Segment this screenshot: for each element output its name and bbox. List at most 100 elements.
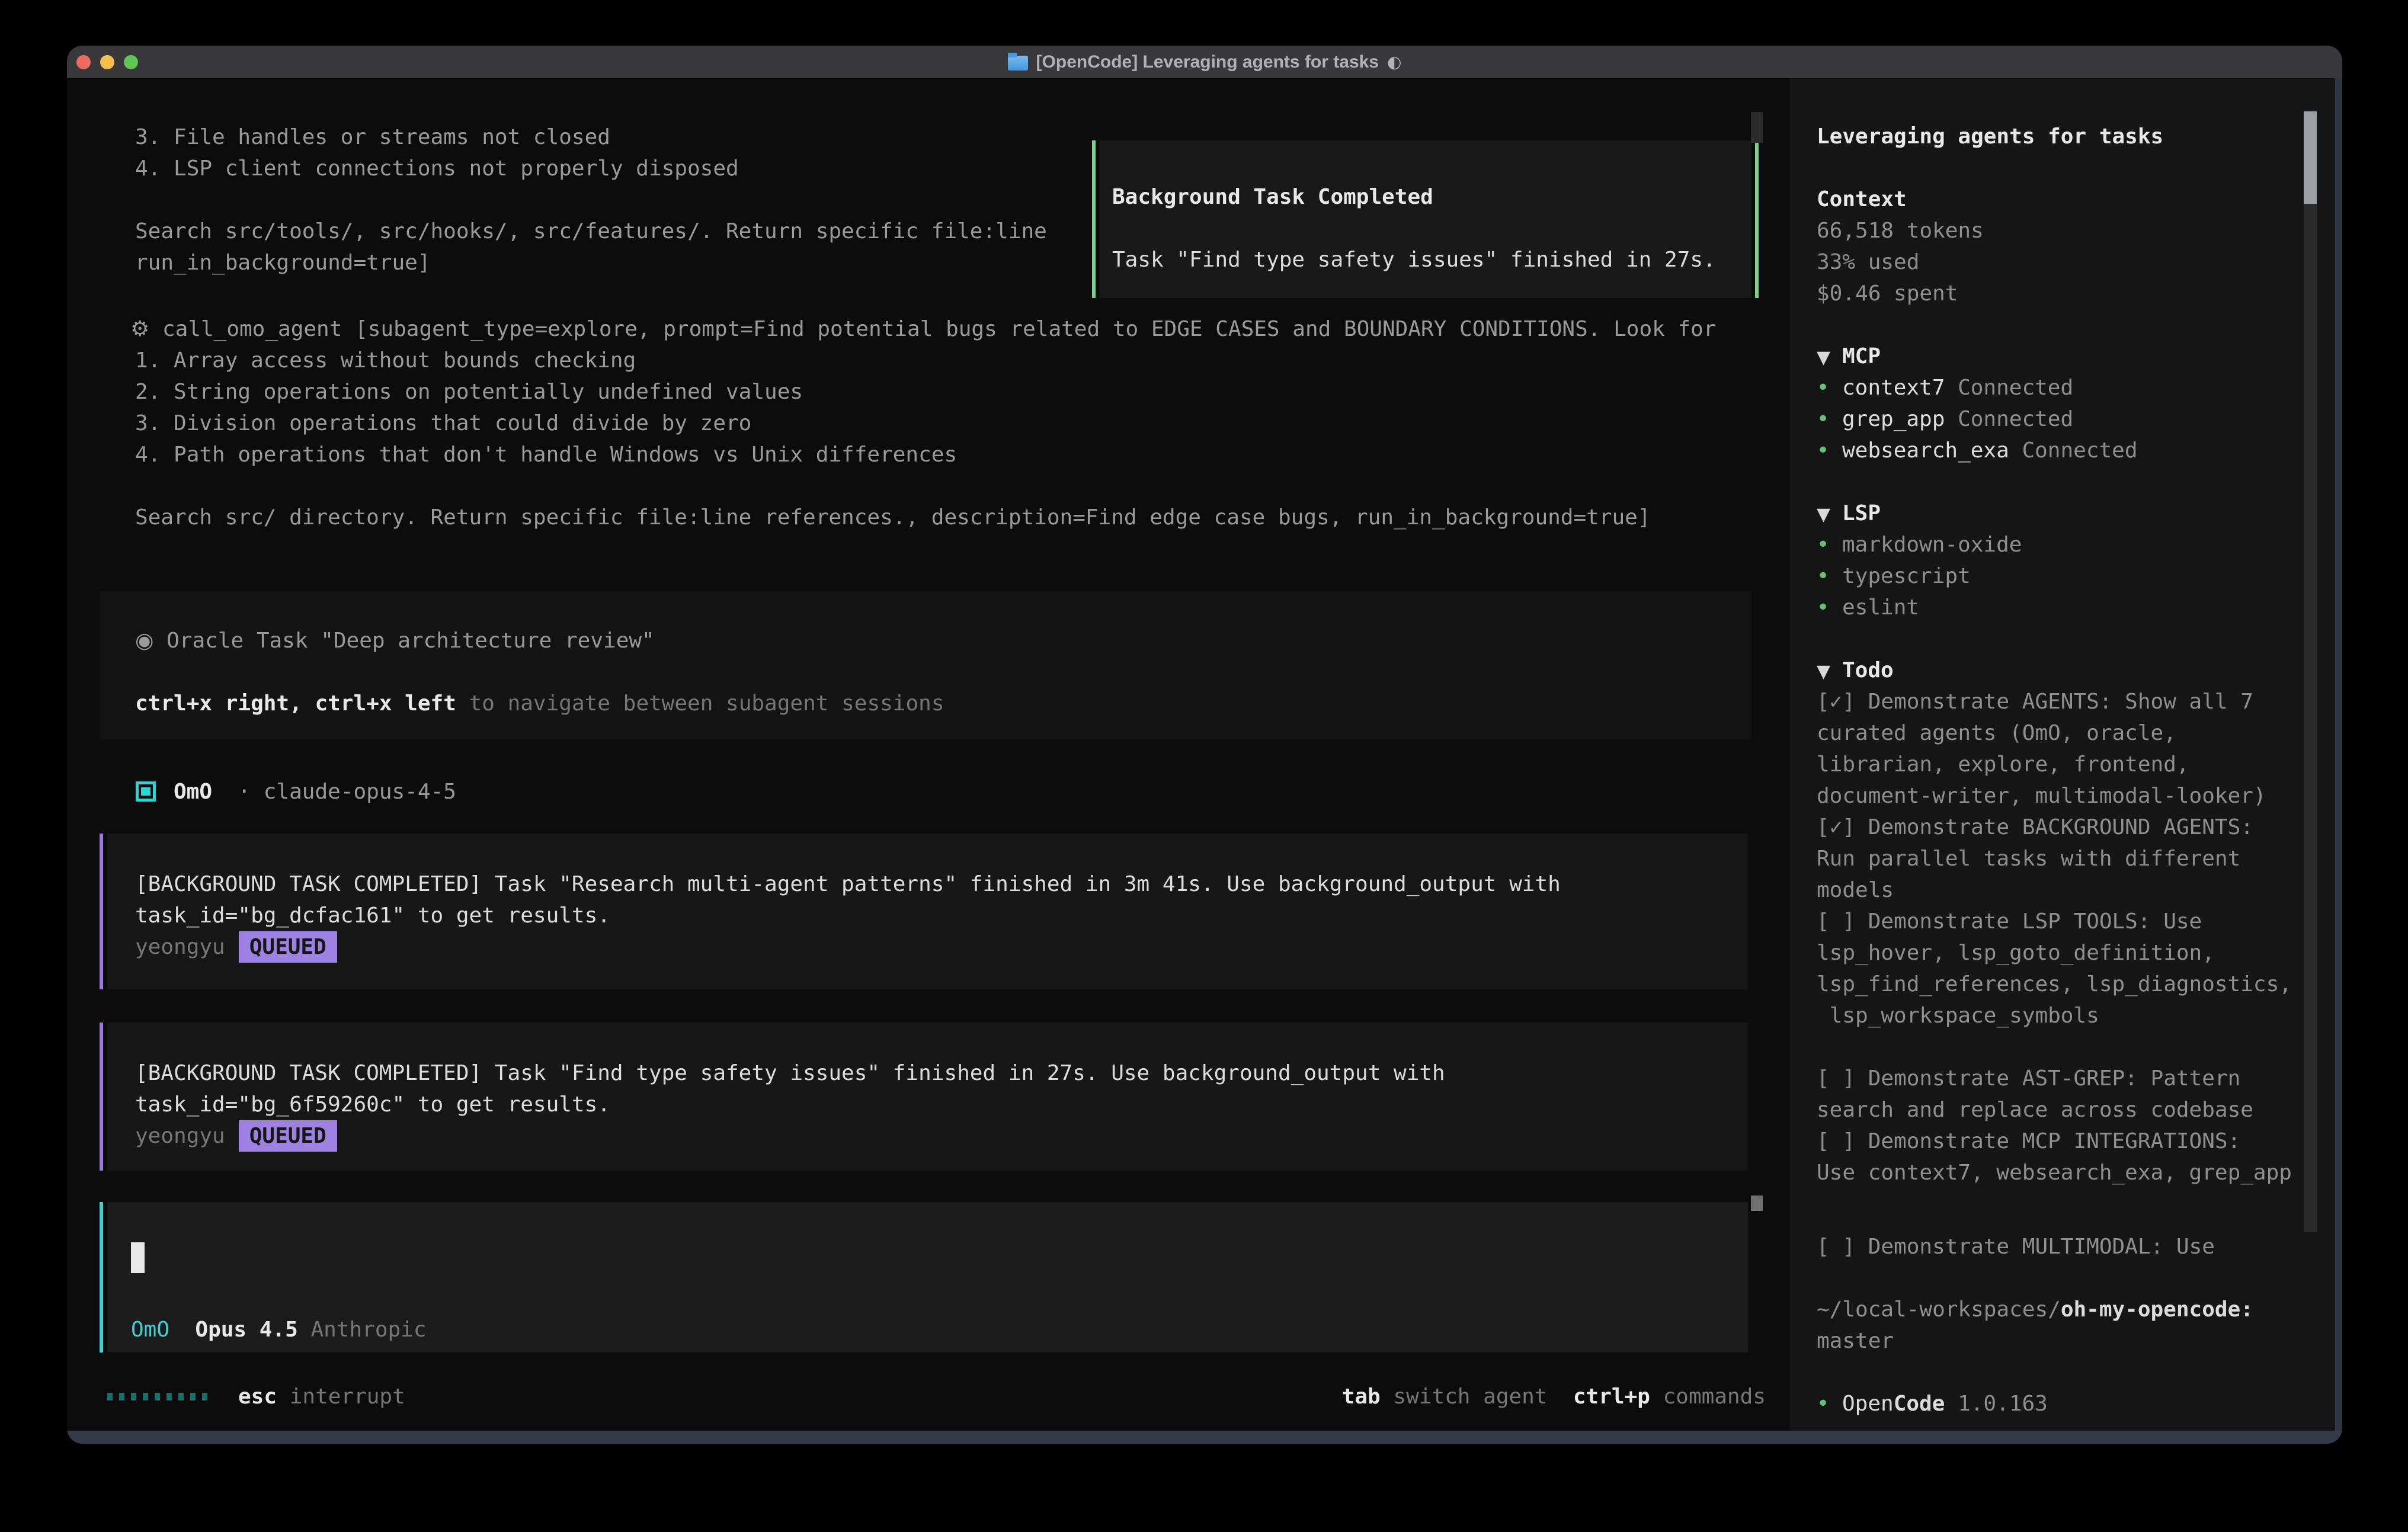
tool-call-item: 1. Array access without bounds checking [135, 345, 636, 376]
mcp-item: •context7 Connected [1817, 372, 2073, 403]
collapse-triangle-icon: ▼ [1817, 656, 1842, 687]
tab-key[interactable]: tab [1342, 1384, 1381, 1409]
folder-icon [1008, 56, 1028, 70]
mcp-item: •websearch_exa Connected [1817, 435, 2138, 466]
mcp-name: grep_app [1842, 407, 1945, 431]
commands-key[interactable]: ctrl+p [1573, 1384, 1650, 1409]
bullet-icon: • [1817, 372, 1842, 403]
oracle-title-line: ◉ Oracle Task "Deep architecture review" [135, 625, 655, 656]
todo-section-header[interactable]: ▼Todo [1817, 655, 1894, 686]
message-line: [BACKGROUND TASK COMPLETED] Task "Find t… [135, 1057, 1445, 1089]
input-model-name[interactable]: Opus 4.5 [195, 1318, 297, 1342]
hint-key: ctrl+x right, [135, 691, 302, 716]
spinner-dots-icon [107, 1393, 207, 1400]
todo-line-active: lsp_workspace_symbols [1817, 1000, 2099, 1031]
todo-line: document-writer, multimodal-looker) [1817, 780, 2266, 812]
message-border [100, 1023, 103, 1171]
app-version: 1.0.163 [1945, 1392, 2047, 1416]
todo-line: [✓] Demonstrate AGENTS: Show all 7 [1817, 686, 2253, 717]
lsp-section-header[interactable]: ▼LSP [1817, 498, 1881, 529]
bullet-icon: • [1817, 560, 1842, 592]
todo-line: librarian, explore, frontend, [1817, 749, 2189, 780]
mcp-status: Connected [2022, 438, 2137, 463]
toast-body: Task "Find type safety issues" finished … [1112, 244, 1716, 275]
scrollbar-track[interactable] [1751, 112, 1763, 143]
mcp-section-header[interactable]: ▼MCP [1817, 341, 1881, 372]
mcp-status: Connected [1958, 407, 2073, 431]
opencode-window: [OpenCode] Leveraging agents for tasks ◐… [67, 46, 2342, 1444]
bullet-icon: • [1817, 403, 1842, 435]
lsp-item: •typescript [1817, 560, 1971, 592]
workspace-repo: oh-my-opencode: [2061, 1297, 2253, 1322]
message-border [100, 834, 103, 989]
lsp-heading: LSP [1842, 501, 1881, 525]
todo-line: [ ] Demonstrate MULTIMODAL: Use [1817, 1231, 2215, 1262]
hint-text: to navigate between subagent sessions [469, 691, 944, 716]
bullet-icon: • [1817, 1388, 1842, 1419]
tool-call-tail: Search src/ directory. Return specific f… [135, 502, 1651, 533]
sidebar-session-title: Leveraging agents for tasks [1817, 121, 2163, 152]
todo-line-active: lsp_hover, lsp_goto_definition, [1817, 937, 2215, 969]
todo-line: [✓] Demonstrate BACKGROUND AGENTS: [1817, 812, 2253, 843]
todo-line: curated agents (OmO, oracle, [1817, 717, 2176, 749]
agent-icon [136, 781, 156, 802]
separator: · [238, 780, 251, 804]
tool-call-line: ⚙ call_omo_agent [subagent_type=explore,… [130, 313, 1717, 345]
hint-key: ctrl+x left [315, 691, 456, 716]
tool-call-text: call_omo_agent [subagent_type=explore, p… [162, 317, 1717, 341]
statusbar-left: esc interrupt [238, 1381, 405, 1412]
window-right-border [2335, 78, 2342, 1431]
message-line: task_id="bg_dcfac161" to get results. [135, 900, 610, 931]
message-line: task_id="bg_6f59260c" to get results. [135, 1089, 610, 1120]
todo-line-active: [ ] Demonstrate LSP TOOLS: Use [1817, 906, 2202, 937]
window-bottom-edge [67, 1431, 2342, 1444]
author-label: yeongyu [135, 935, 225, 959]
terminal-line: Search src/tools/, src/hooks/, src/featu… [135, 216, 1047, 247]
input-model-line: OmO Opus 4.5 Anthropic [131, 1314, 427, 1345]
todo-heading: Todo [1842, 658, 1894, 682]
scrollbar-thumb[interactable] [1751, 1196, 1763, 1211]
todo-line: search and replace across codebase [1817, 1094, 2253, 1126]
oracle-session-icon: ◉ [135, 629, 153, 653]
title-group: [OpenCode] Leveraging agents for tasks ◐ [67, 46, 2342, 78]
message-meta: yeongyuQUEUED [135, 931, 337, 963]
statusbar-right: tab switch agent ctrl+p commands [1342, 1381, 1766, 1412]
esc-key[interactable]: esc [238, 1384, 277, 1409]
sidebar-scrollbar-thumb[interactable] [2304, 111, 2317, 204]
status-badge: QUEUED [239, 1120, 337, 1152]
input-agent-name[interactable]: OmO [131, 1318, 169, 1342]
text-cursor [131, 1242, 145, 1273]
input-provider: Anthropic [310, 1318, 426, 1342]
toast-border-left [1092, 140, 1096, 298]
lsp-item: •markdown-oxide [1817, 529, 2022, 560]
terminal-line: run_in_background=true] [135, 247, 431, 278]
window-title: [OpenCode] Leveraging agents for tasks [1036, 52, 1379, 72]
todo-line: [ ] Demonstrate AST-GREP: Pattern [1817, 1063, 2240, 1094]
commands-label: commands [1663, 1384, 1766, 1409]
todo-line-active: lsp_find_references, lsp_diagnostics, [1817, 969, 2292, 1000]
agent-model: claude-opus-4-5 [264, 780, 456, 804]
message-meta: yeongyu QUEUED [135, 1120, 337, 1152]
mcp-item: •grep_app Connected [1817, 403, 2073, 435]
workspace-path-line: ~/local-workspaces/oh-my-opencode: [1817, 1294, 2253, 1325]
workspace-path: ~/local-workspaces/ [1817, 1297, 2061, 1322]
collapse-triangle-icon: ▼ [1817, 342, 1842, 373]
oracle-title: Oracle Task "Deep architecture review" [166, 629, 655, 653]
context-spent: $0.46 spent [1817, 278, 1958, 309]
tool-call-item: 3. Division operations that could divide… [135, 408, 751, 439]
lsp-name: eslint [1842, 595, 1919, 620]
toast-border-right [1755, 140, 1759, 298]
sidebar-scrollbar-track[interactable] [2304, 111, 2317, 1232]
titlebar[interactable]: [OpenCode] Leveraging agents for tasks ◐ [67, 46, 2342, 78]
tab-label: switch agent [1393, 1384, 1547, 1409]
toast-title: Background Task Completed [1112, 181, 1433, 213]
lsp-item: •eslint [1817, 592, 1919, 623]
workspace-branch: master [1817, 1325, 1894, 1357]
app-name-bold: Code [1894, 1392, 1945, 1416]
mcp-name: context7 [1842, 376, 1945, 400]
oracle-hint-line: ctrl+x right, ctrl+x left to navigate be… [135, 688, 944, 719]
todo-line: [ ] Demonstrate MCP INTEGRATIONS: [1817, 1126, 2240, 1157]
author-label: yeongyu [135, 1124, 225, 1148]
busy-indicator-icon: ◐ [1387, 52, 1401, 72]
tool-call-item: 2. String operations on potentially unde… [135, 376, 803, 408]
